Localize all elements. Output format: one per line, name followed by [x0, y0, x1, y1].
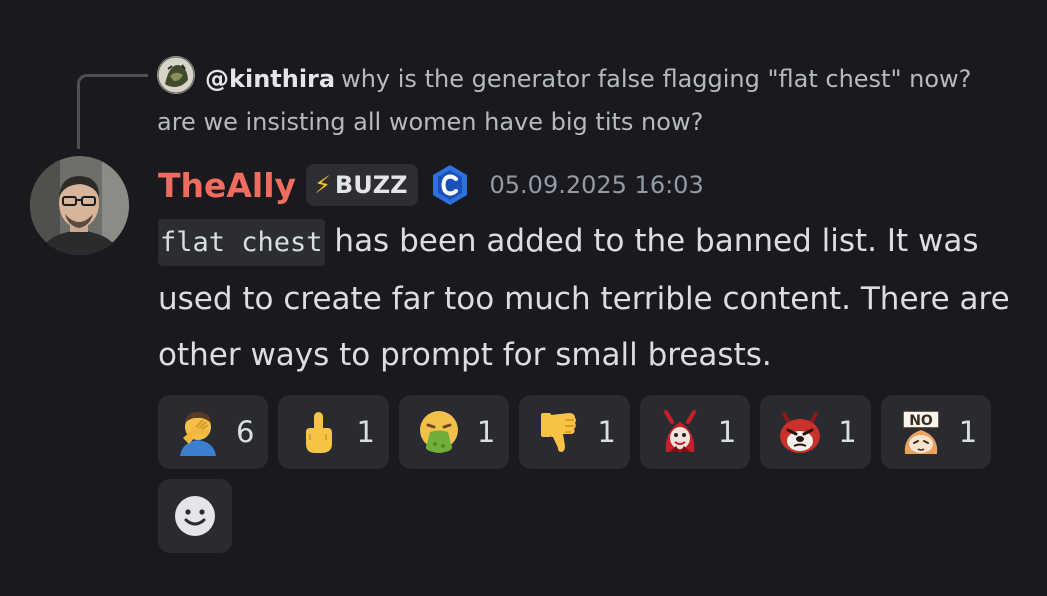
message-header: TheAlly ⚡ BUZZ 05.09.2025 16:03 — [158, 160, 704, 210]
add-reaction-button[interactable] — [158, 479, 232, 553]
reaction-facepalm[interactable]: 6 — [158, 395, 269, 469]
author-avatar[interactable] — [30, 156, 129, 255]
angry-red-panda-emoji — [780, 412, 821, 453]
reaction-thumbs-down[interactable]: 1 — [519, 395, 630, 469]
svg-text:NO: NO — [909, 413, 933, 429]
reaction-count: 1 — [476, 415, 496, 449]
reaction-vomit[interactable]: 1 — [398, 395, 510, 469]
reaction-count: 6 — [236, 415, 255, 449]
message-content: flat chest has been added to the banned … — [158, 213, 1018, 383]
inline-code: flat chest — [158, 219, 325, 266]
reaction-count: 1 — [597, 415, 616, 449]
red-demon-emoji — [663, 410, 696, 452]
message-timestamp: 05.09.2025 16:03 — [489, 171, 704, 199]
thumbs-down-emoji — [541, 413, 577, 452]
reply-preview[interactable]: @kinthira why is the generator false flag… — [157, 58, 1017, 144]
reaction-count: 1 — [958, 415, 978, 449]
reaction-no-sign[interactable]: NO 1 — [880, 395, 992, 469]
buzz-badge[interactable]: ⚡ BUZZ — [306, 164, 418, 206]
creator-c-icon[interactable] — [430, 163, 470, 207]
reaction-middle-finger[interactable]: 1 — [278, 395, 389, 469]
buzz-badge-label: BUZZ — [334, 171, 408, 199]
smiley-face-icon — [175, 496, 215, 536]
no-sign-anime-emoji: NO — [901, 410, 940, 454]
reply-connector — [77, 74, 148, 149]
author-username[interactable]: TheAlly — [158, 166, 296, 205]
reaction-count: 1 — [356, 415, 375, 449]
reaction-demon[interactable]: 1 — [639, 395, 751, 469]
reaction-count: 1 — [717, 415, 737, 449]
vomit-face-emoji — [419, 411, 458, 453]
lightning-bolt-icon: ⚡ — [314, 171, 331, 199]
reaction-red-panda[interactable]: 1 — [760, 395, 871, 469]
facepalm-emoji — [180, 412, 216, 456]
reactions-bar: 6 1 1 1 1 1 NO 1 — [158, 395, 1018, 553]
reply-username[interactable]: @kinthira — [205, 65, 335, 93]
middle-finger-emoji — [306, 412, 333, 453]
reaction-count: 1 — [838, 415, 857, 449]
